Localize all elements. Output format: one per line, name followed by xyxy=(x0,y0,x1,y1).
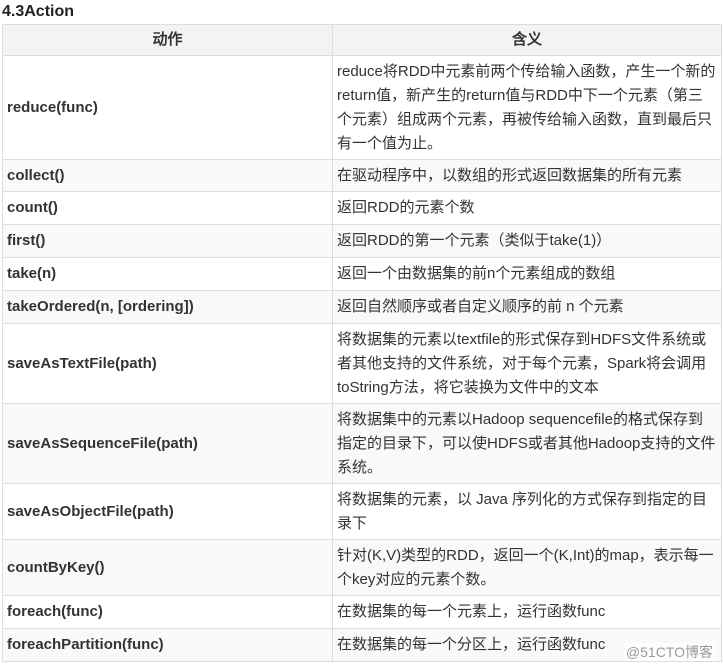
table-row: saveAsTextFile(path) 将数据集的元素以textfile的形式… xyxy=(2,323,722,404)
action-cell: saveAsTextFile(path) xyxy=(2,323,333,404)
action-table: 动作 含义 reduce(func) reduce将RDD中元素前两个传给输入函… xyxy=(2,24,722,662)
meaning-cell: 返回RDD的第一个元素（类似于take(1)） xyxy=(332,224,722,258)
meaning-cell: reduce将RDD中元素前两个传给输入函数，产生一个新的return值，新产生… xyxy=(332,55,722,160)
meaning-cell: 针对(K,V)类型的RDD，返回一个(K,Int)的map，表示每一个key对应… xyxy=(332,539,722,596)
table-row: foreachPartition(func) 在数据集的每一个分区上，运行函数f… xyxy=(2,628,722,662)
table-row: saveAsSequenceFile(path) 将数据集中的元素以Hadoop… xyxy=(2,403,722,484)
action-cell: saveAsObjectFile(path) xyxy=(2,483,333,540)
meaning-cell: 在驱动程序中，以数组的形式返回数据集的所有元素 xyxy=(332,159,722,192)
table-row: saveAsObjectFile(path) 将数据集的元素，以 Java 序列… xyxy=(2,483,722,540)
table-header-row: 动作 含义 xyxy=(2,24,722,56)
meaning-cell: 返回一个由数据集的前n个元素组成的数组 xyxy=(332,257,722,291)
meaning-cell: 将数据集中的元素以Hadoop sequencefile的格式保存到指定的目录下… xyxy=(332,403,722,484)
header-meaning: 含义 xyxy=(332,24,722,56)
action-cell: countByKey() xyxy=(2,539,333,596)
watermark-logo: @51CTO博客 xyxy=(623,643,715,661)
table-row: countByKey() 针对(K,V)类型的RDD，返回一个(K,Int)的m… xyxy=(2,539,722,596)
action-cell: reduce(func) xyxy=(2,55,333,160)
action-cell: takeOrdered(n, [ordering]) xyxy=(2,290,333,324)
table-row: first() 返回RDD的第一个元素（类似于take(1)） xyxy=(2,224,722,258)
action-cell: count() xyxy=(2,191,333,225)
table-row: count() 返回RDD的元素个数 xyxy=(2,191,722,225)
header-action: 动作 xyxy=(2,24,333,56)
meaning-cell: 将数据集的元素以textfile的形式保存到HDFS文件系统或者其他支持的文件系… xyxy=(332,323,722,404)
meaning-cell: 在数据集的每一个元素上，运行函数func xyxy=(332,595,722,629)
action-cell: take(n) xyxy=(2,257,333,291)
section-heading: 4.3Action xyxy=(2,3,75,20)
action-cell: saveAsSequenceFile(path) xyxy=(2,403,333,484)
action-cell: collect() xyxy=(2,159,333,192)
table-row: take(n) 返回一个由数据集的前n个元素组成的数组 xyxy=(2,257,722,291)
meaning-cell: 返回自然顺序或者自定义顺序的前 n 个元素 xyxy=(332,290,722,324)
table-row: takeOrdered(n, [ordering]) 返回自然顺序或者自定义顺序… xyxy=(2,290,722,324)
action-cell: foreach(func) xyxy=(2,595,333,629)
table-row: reduce(func) reduce将RDD中元素前两个传给输入函数，产生一个… xyxy=(2,55,722,160)
action-cell: foreachPartition(func) xyxy=(2,628,333,662)
table-row: foreach(func) 在数据集的每一个元素上，运行函数func xyxy=(2,595,722,629)
action-cell: first() xyxy=(2,224,333,258)
table-row: collect() 在驱动程序中，以数组的形式返回数据集的所有元素 xyxy=(2,159,722,192)
meaning-cell: 将数据集的元素，以 Java 序列化的方式保存到指定的目录下 xyxy=(332,483,722,540)
meaning-cell: 返回RDD的元素个数 xyxy=(332,191,722,225)
